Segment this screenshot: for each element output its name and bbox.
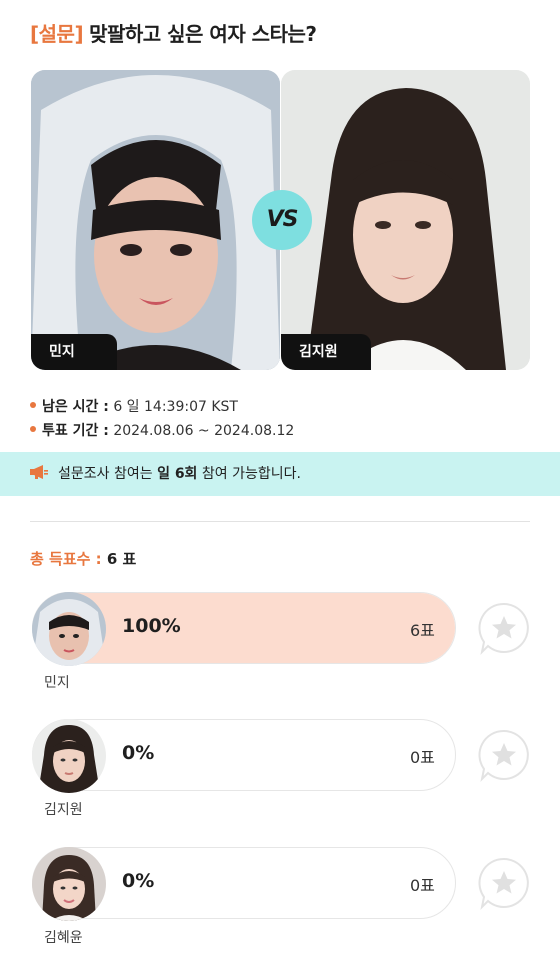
result-row: 100% 6표 민지: [30, 590, 530, 700]
candidate-photo-right[interactable]: 김지원: [281, 70, 530, 370]
survey-question: 맞팔하고 싶은 여자 스타는?: [89, 22, 317, 46]
star-bubble-icon[interactable]: [476, 855, 532, 911]
avatar: [32, 592, 106, 666]
bullet-dot-icon: [30, 426, 36, 432]
survey-tag: [설문]: [30, 22, 84, 46]
avatar: [32, 719, 106, 793]
voting-period-value: 2024.08.06 ~ 2024.08.12: [113, 423, 295, 439]
candidate-portrait-right: [281, 70, 530, 370]
result-votes: 0표: [410, 876, 435, 895]
avatar: [32, 847, 106, 921]
notice-highlight: 일 6회: [157, 466, 198, 482]
voting-period-label: 투표 기간 :: [42, 423, 109, 439]
total-votes-value: 6 표: [106, 550, 137, 568]
result-votes: 6표: [410, 621, 435, 640]
remaining-time-value: 6 일 14:39:07 KST: [113, 399, 238, 415]
candidate-name-right: 김지원: [281, 334, 371, 370]
total-votes-label: 총 득표수 :: [30, 550, 102, 568]
divider: [30, 521, 530, 522]
participation-notice: 설문조사 참여는 일 6회 참여 가능합니다.: [0, 452, 560, 496]
result-row: 0% 0표 김혜윤: [30, 845, 530, 955]
candidate-portrait-left: [31, 70, 280, 370]
total-votes: 총 득표수 : 6 표: [30, 548, 136, 569]
candidate-photo-left[interactable]: 민지: [31, 70, 280, 370]
megaphone-icon: [30, 465, 48, 479]
vs-badge: VS: [252, 190, 312, 250]
result-row: 0% 0표 김지원: [30, 717, 530, 827]
result-name: 김지원: [44, 802, 83, 818]
remaining-time-label: 남은 시간 :: [42, 399, 109, 415]
voting-period: 투표 기간 : 2024.08.06 ~ 2024.08.12: [30, 420, 294, 440]
candidate-name-left: 민지: [31, 334, 117, 370]
notice-prefix: 설문조사 참여는: [58, 466, 158, 482]
result-name: 김혜윤: [44, 930, 83, 946]
star-bubble-icon[interactable]: [476, 727, 532, 783]
result-percent: 0%: [122, 742, 155, 764]
result-percent: 100%: [122, 615, 181, 637]
remaining-time: 남은 시간 : 6 일 14:39:07 KST: [30, 396, 238, 416]
result-votes: 0표: [410, 748, 435, 767]
result-name: 민지: [44, 675, 70, 691]
star-bubble-icon[interactable]: [476, 600, 532, 656]
notice-suffix: 참여 가능합니다.: [197, 466, 301, 482]
bullet-dot-icon: [30, 402, 36, 408]
survey-title: [설문] 맞팔하고 싶은 여자 스타는?: [30, 18, 317, 47]
result-percent: 0%: [122, 870, 155, 892]
